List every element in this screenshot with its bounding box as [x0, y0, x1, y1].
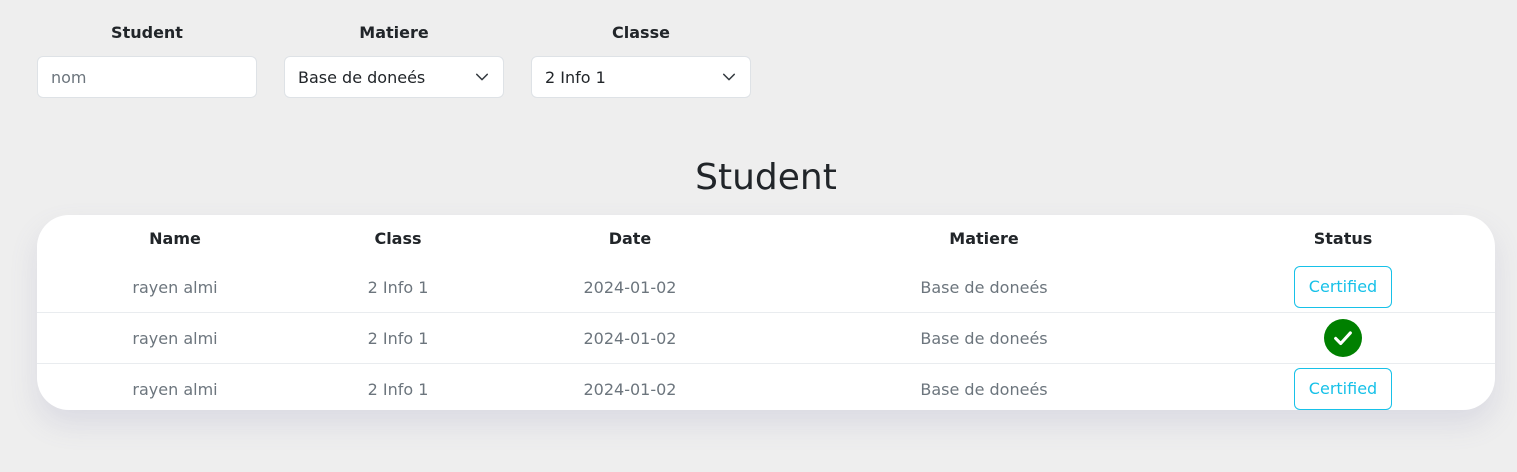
cell-class: 2 Info 1: [313, 363, 483, 410]
table-row: rayen almi 2 Info 1 2024-01-02 Base de d…: [37, 363, 1495, 410]
cell-matiere: Base de doneés: [777, 312, 1191, 364]
classe-select-value: 2 Info 1: [545, 67, 606, 87]
student-name-input[interactable]: [37, 56, 257, 98]
section-title: Student: [695, 157, 837, 198]
student-filter: Student: [37, 22, 257, 98]
certified-button[interactable]: Certified: [1293, 368, 1393, 410]
matiere-filter: Matiere Base de doneés: [284, 22, 504, 98]
cell-matiere: Base de doneés: [777, 363, 1191, 410]
table-header-row: Name Class Date Matiere Status: [37, 215, 1495, 262]
classe-filter: Classe 2 Info 1: [531, 22, 751, 98]
cell-name: rayen almi: [37, 363, 313, 410]
table-row: rayen almi 2 Info 1 2024-01-02 Base de d…: [37, 262, 1495, 313]
cell-name: rayen almi: [132, 277, 218, 297]
chevron-down-icon: [474, 69, 490, 85]
column-header-name: Name: [149, 229, 201, 248]
cell-matiere: Base de doneés: [920, 277, 1048, 297]
check-circle-icon: [1324, 319, 1362, 357]
matiere-select[interactable]: Base de doneés: [284, 56, 504, 98]
students-table: Name Class Date Matiere Status rayen alm…: [37, 215, 1495, 410]
cell-status: Certified: [1191, 363, 1495, 410]
cell-class: 2 Info 1: [313, 312, 483, 364]
classe-select[interactable]: 2 Info 1: [531, 56, 751, 98]
column-header-status: Status: [1313, 229, 1373, 248]
cell-status: Certified: [1191, 262, 1495, 313]
filter-bar: Student Matiere Base de doneés Classe 2 …: [37, 22, 751, 98]
certified-button[interactable]: Certified: [1293, 266, 1393, 308]
students-table-card: Name Class Date Matiere Status rayen alm…: [37, 215, 1495, 410]
cell-date: 2024-01-02: [483, 363, 777, 410]
matiere-filter-label: Matiere: [359, 23, 429, 42]
student-filter-label: Student: [111, 23, 183, 42]
matiere-select-value: Base de doneés: [298, 67, 426, 87]
cell-date: 2024-01-02: [483, 312, 777, 364]
cell-name: rayen almi: [37, 312, 313, 364]
classe-filter-label: Classe: [612, 23, 670, 42]
column-header-class: Class: [374, 229, 422, 248]
chevron-down-icon: [721, 69, 737, 85]
table-row: rayen almi 2 Info 1 2024-01-02 Base de d…: [37, 312, 1495, 364]
cell-class: 2 Info 1: [367, 277, 429, 297]
column-header-date: Date: [608, 229, 652, 248]
column-header-matiere: Matiere: [949, 229, 1019, 248]
cell-date: 2024-01-02: [583, 277, 677, 297]
cell-status: [1191, 312, 1495, 364]
